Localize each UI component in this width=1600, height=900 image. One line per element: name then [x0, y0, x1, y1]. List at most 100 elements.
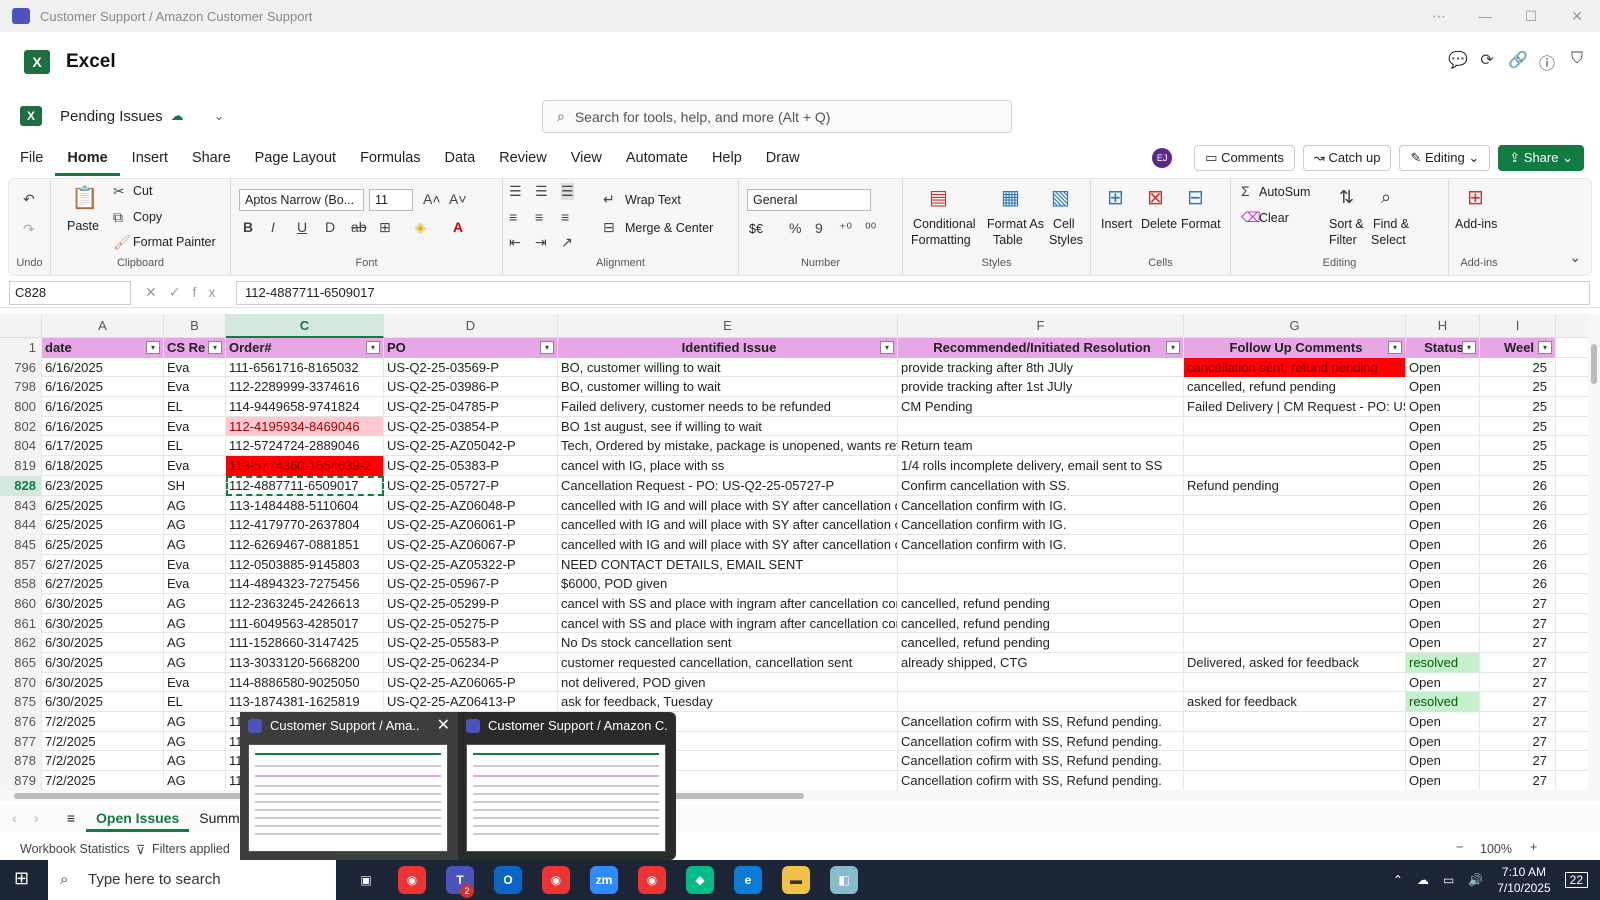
table-cell[interactable]: US-Q2-25-AZ06061-P [384, 515, 558, 535]
table-cell[interactable]: 6/27/2025 [42, 554, 164, 575]
table-cell[interactable]: 7/2/2025 [42, 751, 164, 772]
table-cell[interactable]: US-Q2-25-05299-P [384, 593, 558, 614]
zoom-out-icon[interactable]: − [1456, 840, 1463, 854]
table-cell[interactable] [1184, 613, 1406, 634]
sheet-tab-open-issues[interactable]: Open Issues [86, 804, 190, 832]
align-top-icon[interactable]: ☰ [509, 183, 522, 200]
table-cell[interactable]: EL [164, 397, 226, 417]
table-cell[interactable]: cancellation sent, refund pending [1184, 357, 1406, 378]
table-cell[interactable]: Open [1406, 475, 1480, 496]
wrap-text-button[interactable]: Wrap Text [625, 193, 681, 207]
table-cell[interactable]: 111-6561716-8165032 [226, 357, 384, 378]
taskbar-search[interactable]: ⌕ Type here to search [48, 860, 336, 900]
table-cell[interactable]: EL [164, 692, 226, 713]
table-cell[interactable]: Tech, Ordered by mistake, package is uno… [558, 436, 898, 457]
font-name-select[interactable]: Aptos Narrow (Bo... [239, 189, 364, 211]
table-cell[interactable]: Eva [164, 574, 226, 594]
task-view-icon[interactable]: ▣ [352, 866, 380, 894]
formula-input[interactable]: 112-4887711-6509017 [236, 281, 1590, 305]
paste-icon[interactable]: 📋 [71, 185, 98, 211]
search-box[interactable]: ⌕ Search for tools, help, and more (Alt … [542, 100, 1012, 133]
row-number[interactable]: 1 [0, 338, 42, 358]
table-cell[interactable]: Cancellation cofirm with SS, Refund pend… [898, 731, 1184, 752]
underline-icon[interactable]: U [297, 219, 307, 235]
row-number[interactable]: 796 [0, 357, 42, 378]
column-title[interactable]: PO [384, 338, 558, 358]
table-cell[interactable]: US-Q2-25-05583-P [384, 633, 558, 653]
table-cell[interactable] [1184, 495, 1406, 516]
merge-center-button[interactable]: Merge & Center [625, 221, 713, 235]
table-cell[interactable]: Delivered, asked for feedback [1184, 653, 1406, 673]
close-preview-icon[interactable]: ✕ [437, 715, 450, 735]
tab-page-layout[interactable]: Page Layout [243, 140, 348, 176]
table-cell[interactable]: provide tracking after 1st JUly [898, 377, 1184, 398]
table-cell[interactable]: ask for feedback, Tuesday [558, 692, 898, 713]
filter-dropdown-icon[interactable]: ▾ [540, 341, 554, 354]
table-cell[interactable]: 6/30/2025 [42, 613, 164, 634]
table-cell[interactable]: NEED CONTACT DETAILS, EMAIL SENT [558, 554, 898, 575]
column-title[interactable]: Order# [226, 338, 384, 358]
refresh-icon[interactable]: ⟳ [1478, 50, 1496, 74]
table-cell[interactable]: 27 [1480, 613, 1556, 634]
align-middle-icon[interactable]: ☰ [535, 183, 548, 200]
orientation-icon[interactable]: ↗ [561, 234, 573, 251]
chevron-up-icon[interactable]: ⌃ [1393, 873, 1403, 887]
filter-dropdown-icon[interactable]: ▾ [366, 341, 380, 354]
table-cell[interactable]: 6/18/2025 [42, 456, 164, 476]
table-cell[interactable]: BO, customer willing to wait [558, 357, 898, 378]
table-cell[interactable]: 26 [1480, 534, 1556, 555]
table-cell[interactable] [898, 554, 1184, 575]
increase-indent-icon[interactable]: ⇥ [535, 234, 547, 251]
table-cell[interactable]: 7/2/2025 [42, 731, 164, 752]
onedrive-icon[interactable]: ☁ [1417, 873, 1429, 887]
table-cell[interactable]: US-Q2-25-03854-P [384, 416, 558, 437]
column-header[interactable]: I [1480, 314, 1556, 338]
table-cell[interactable]: 113-1484488-5110604 [226, 495, 384, 516]
table-cell[interactable]: 114-4894323-7275456 [226, 574, 384, 594]
table-cell[interactable]: Open [1406, 377, 1480, 398]
row-number[interactable]: 802 [0, 416, 42, 437]
row-number[interactable]: 798 [0, 377, 42, 398]
table-cell[interactable] [1184, 416, 1406, 437]
table-cell[interactable]: 6/30/2025 [42, 593, 164, 614]
table-cell[interactable]: US-Q2-25-03986-P [384, 377, 558, 398]
table-cell[interactable]: SH [164, 475, 226, 496]
table-cell[interactable]: asked for feedback [1184, 692, 1406, 713]
row-number[interactable]: 844 [0, 515, 42, 535]
undo-icon[interactable]: ↶ [23, 191, 35, 208]
table-cell[interactable]: BO, customer willing to wait [558, 377, 898, 398]
table-cell[interactable] [1184, 456, 1406, 476]
workbook-statistics[interactable]: Workbook Statistics [20, 842, 130, 856]
table-cell[interactable]: cancelled, refund pending [898, 593, 1184, 614]
currency-button[interactable]: $€ [749, 222, 763, 236]
autosum-button[interactable]: AutoSum [1259, 185, 1310, 199]
name-box[interactable]: C828 [9, 281, 131, 305]
tab-insert[interactable]: Insert [120, 140, 180, 176]
table-cell[interactable]: 112-5724724-2889046 [226, 436, 384, 457]
strikethrough-icon[interactable]: ab [351, 219, 367, 235]
notifications-icon[interactable]: 22 [1564, 872, 1588, 888]
table-cell[interactable]: Return team [898, 436, 1184, 457]
table-cell[interactable]: Eva [164, 377, 226, 398]
table-cell[interactable]: cancelled with IG and will place with SY… [558, 534, 898, 555]
filter-dropdown-icon[interactable]: ▾ [880, 341, 894, 354]
table-cell[interactable]: US-Q2-25-AZ06065-P [384, 672, 558, 693]
table-cell[interactable]: 27 [1480, 633, 1556, 653]
table-cell[interactable]: AG [164, 712, 226, 732]
table-cell[interactable]: Cancellation cofirm with SS, Refund pend… [898, 751, 1184, 772]
table-cell[interactable] [1184, 574, 1406, 594]
notes-icon[interactable]: ◧ [830, 866, 858, 894]
percent-icon[interactable]: % [789, 220, 801, 236]
fill-color-icon[interactable]: ◈ [415, 219, 426, 236]
decrease-indent-icon[interactable]: ⇤ [509, 234, 521, 251]
table-cell[interactable] [1184, 593, 1406, 614]
table-cell[interactable]: 26 [1480, 574, 1556, 594]
zoom-icon[interactable]: zm [590, 866, 618, 894]
function-icon[interactable]: fx [192, 284, 227, 300]
format-cells-button[interactable]: Format [1181, 217, 1221, 231]
tab-home[interactable]: Home [55, 140, 120, 176]
cancel-icon[interactable]: ✕ [145, 284, 169, 300]
table-cell[interactable]: already shipped, CTG [898, 653, 1184, 673]
outlook-icon[interactable]: O [494, 866, 522, 894]
table-cell[interactable]: 6/16/2025 [42, 377, 164, 398]
